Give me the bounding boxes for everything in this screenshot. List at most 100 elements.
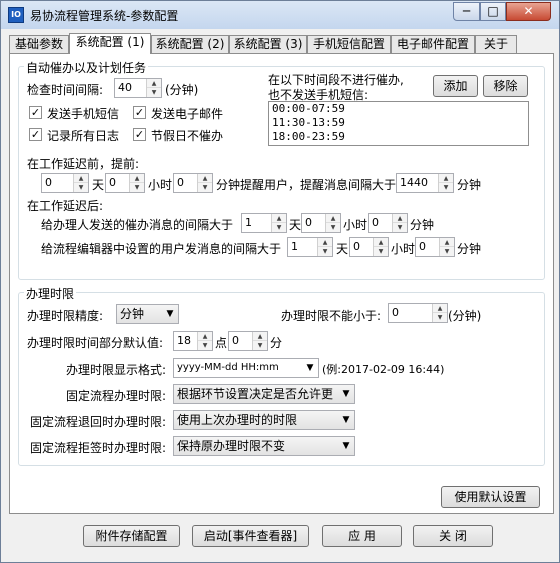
spin-up-icon[interactable]: ▲ <box>374 238 388 247</box>
default-minute-spinner[interactable]: 0 ▲ ▼ <box>228 331 268 351</box>
before-days-value[interactable]: 0 <box>45 176 52 189</box>
tab-panel: 自动催办以及计划任务 检查时间间隔: 40 ▲ ▼ (分钟) ✓ 发送手机短信 ✓… <box>9 53 554 514</box>
format-label: 办理时限显示格式: <box>66 363 167 377</box>
sms-checkbox-label: 发送手机短信 <box>47 107 120 121</box>
precision-select[interactable]: 分钟 ▼ <box>116 304 179 324</box>
period-list[interactable]: 00:00-07:59 11:30-13:59 18:00-23:59 <box>268 101 529 146</box>
handler-days-value[interactable]: 1 <box>245 216 252 229</box>
editor-hours-value[interactable]: 0 <box>353 240 360 253</box>
tab-system-config-2[interactable]: 系统配置 (2) <box>151 35 229 53</box>
before-minutes-spinner[interactable]: 0 ▲ ▼ <box>173 173 213 193</box>
editor-days-value[interactable]: 1 <box>291 240 298 253</box>
spin-down-icon[interactable]: ▼ <box>440 247 454 256</box>
default-hour-spinner[interactable]: 18 ▲ ▼ <box>173 331 213 351</box>
before-interval-value[interactable]: 1440 <box>400 176 428 189</box>
min-limit-value[interactable]: 0 <box>392 306 399 319</box>
spin-down-icon[interactable]: ▼ <box>272 223 286 232</box>
title-bar[interactable]: IO 易协流程管理系统-参数配置 ─ □ ✕ <box>1 1 559 29</box>
interval-spinner[interactable]: 40 ▲ ▼ <box>114 78 162 98</box>
spin-up-icon[interactable]: ▲ <box>253 332 267 341</box>
list-item[interactable]: 11:30-13:59 <box>269 116 528 130</box>
email-checkbox-label: 发送电子邮件 <box>151 107 224 121</box>
handler-hours-spinner[interactable]: 0 ▲ ▼ <box>301 213 341 233</box>
list-item[interactable]: 00:00-07:59 <box>269 102 528 116</box>
format-select[interactable]: yyyy-MM-dd HH:mm ▼ <box>173 358 319 378</box>
minimize-button[interactable]: ─ <box>453 2 480 21</box>
editor-minutes-value[interactable]: 0 <box>419 240 426 253</box>
spin-up-icon[interactable]: ▲ <box>318 238 332 247</box>
apply-button[interactable]: 应 用 <box>322 525 402 547</box>
spin-down-icon[interactable]: ▼ <box>326 223 340 232</box>
tab-sms-config[interactable]: 手机短信配置 <box>307 35 391 53</box>
remind-text: 分钟提醒用户，提醒消息间隔大于 <box>216 178 397 192</box>
holiday-checkbox[interactable]: ✓ <box>133 128 146 141</box>
email-checkbox[interactable]: ✓ <box>133 106 146 119</box>
add-period-button[interactable]: 添加 <box>433 75 478 97</box>
return-limit-select[interactable]: 使用上次办理时的时限 ▼ <box>173 410 355 430</box>
close-window-button[interactable]: ✕ <box>506 2 551 21</box>
spin-down-icon[interactable]: ▼ <box>374 247 388 256</box>
reject-limit-select[interactable]: 保持原办理时限不变 ▼ <box>173 436 355 456</box>
remove-period-button[interactable]: 移除 <box>483 75 528 97</box>
log-checkbox[interactable]: ✓ <box>29 128 42 141</box>
chevron-down-icon[interactable]: ▼ <box>164 305 176 323</box>
maximize-button[interactable]: □ <box>480 2 506 21</box>
before-hours-value[interactable]: 0 <box>109 176 116 189</box>
spin-up-icon[interactable]: ▲ <box>393 214 407 223</box>
before-hours-spinner[interactable]: 0 ▲ ▼ <box>105 173 145 193</box>
spin-up-icon[interactable]: ▲ <box>74 174 88 183</box>
chevron-down-icon[interactable]: ▼ <box>340 437 352 455</box>
tab-about[interactable]: 关于 <box>475 35 517 53</box>
spin-up-icon[interactable]: ▲ <box>439 174 453 183</box>
use-default-button[interactable]: 使用默认设置 <box>441 486 540 508</box>
spin-up-icon[interactable]: ▲ <box>130 174 144 183</box>
spin-up-icon[interactable]: ▲ <box>326 214 340 223</box>
handler-minutes-value[interactable]: 0 <box>372 216 379 229</box>
spin-down-icon[interactable]: ▼ <box>253 341 267 350</box>
spin-up-icon[interactable]: ▲ <box>147 79 161 88</box>
fixed-limit-select[interactable]: 根据环节设置决定是否允许更 ▼ <box>173 384 355 404</box>
editor-minutes-spinner[interactable]: 0 ▲ ▼ <box>415 237 455 257</box>
default-hour-value[interactable]: 18 <box>177 334 191 347</box>
chevron-down-icon[interactable]: ▼ <box>304 359 316 377</box>
spin-down-icon[interactable]: ▼ <box>439 183 453 192</box>
spin-up-icon[interactable]: ▲ <box>272 214 286 223</box>
min-limit-spinner[interactable]: 0 ▲ ▼ <box>388 303 448 323</box>
spin-up-icon[interactable]: ▲ <box>433 304 447 313</box>
before-minutes-value[interactable]: 0 <box>177 176 184 189</box>
spin-down-icon[interactable]: ▼ <box>198 341 212 350</box>
before-days-spinner[interactable]: 0 ▲ ▼ <box>41 173 89 193</box>
handler-minutes-spinner[interactable]: 0 ▲ ▼ <box>368 213 408 233</box>
before-interval-spinner[interactable]: 1440 ▲ ▼ <box>396 173 454 193</box>
spin-down-icon[interactable]: ▼ <box>130 183 144 192</box>
spin-down-icon[interactable]: ▼ <box>433 313 447 322</box>
default-time-label: 办理时限时间部分默认值: <box>27 336 164 350</box>
start-event-viewer-button[interactable]: 启动[事件查看器] <box>192 525 309 547</box>
tab-email-config[interactable]: 电子邮件配置 <box>391 35 475 53</box>
spin-down-icon[interactable]: ▼ <box>393 223 407 232</box>
chevron-down-icon[interactable]: ▼ <box>340 385 352 403</box>
spin-down-icon[interactable]: ▼ <box>74 183 88 192</box>
handler-hours-value[interactable]: 0 <box>305 216 312 229</box>
editor-days-spinner[interactable]: 1 ▲ ▼ <box>287 237 333 257</box>
tab-system-config-1[interactable]: 系统配置 (1) <box>69 33 151 54</box>
interval-value[interactable]: 40 <box>118 81 132 94</box>
list-item[interactable]: 18:00-23:59 <box>269 130 528 144</box>
spin-up-icon[interactable]: ▲ <box>198 332 212 341</box>
spin-up-icon[interactable]: ▲ <box>198 174 212 183</box>
precision-label: 办理时限精度: <box>27 309 104 323</box>
spin-up-icon[interactable]: ▲ <box>440 238 454 247</box>
chevron-down-icon[interactable]: ▼ <box>340 411 352 429</box>
spin-down-icon[interactable]: ▼ <box>147 88 161 97</box>
default-minute-value[interactable]: 0 <box>232 334 239 347</box>
editor-hours-spinner[interactable]: 0 ▲ ▼ <box>349 237 389 257</box>
close-button[interactable]: 关 闭 <box>413 525 493 547</box>
attachment-storage-button[interactable]: 附件存储配置 <box>83 525 180 547</box>
spin-down-icon[interactable]: ▼ <box>318 247 332 256</box>
spin-down-icon[interactable]: ▼ <box>198 183 212 192</box>
handler-days-spinner[interactable]: 1 ▲ ▼ <box>241 213 287 233</box>
sms-checkbox[interactable]: ✓ <box>29 106 42 119</box>
default-minute-unit: 分 <box>270 336 283 350</box>
tab-system-config-3[interactable]: 系统配置 (3) <box>229 35 307 53</box>
tab-basic[interactable]: 基础参数 <box>9 35 69 53</box>
